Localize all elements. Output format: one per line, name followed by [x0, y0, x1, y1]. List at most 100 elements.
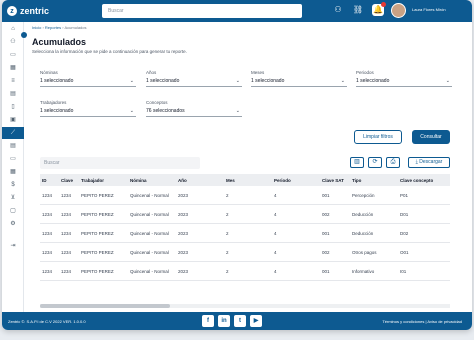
table-row[interactable]: 1234 1234 PEPITO PEREZ Quincenal - Norma…	[40, 186, 450, 205]
youtube-icon[interactable]: ▶	[250, 315, 262, 327]
results-table: ID Clave Trabajador Nómina Año Mes Perio…	[40, 174, 450, 281]
column-header[interactable]: Año	[176, 178, 224, 183]
filter-label: Conceptos	[146, 100, 168, 105]
table-row[interactable]: 1234 1234 PEPITO PEREZ Quincenal - Norma…	[40, 224, 450, 243]
user-name[interactable]: Laura Flores Mirón	[412, 7, 446, 12]
cart-icon[interactable]: ⊻	[2, 192, 24, 204]
table-cell: 1234	[42, 211, 53, 217]
twitter-icon[interactable]: t	[234, 315, 246, 327]
logo-mark-icon: z	[7, 6, 17, 16]
linkedin-icon[interactable]: in	[218, 315, 230, 327]
chevron-down-icon: ⌄	[340, 78, 345, 84]
column-header[interactable]: Clave SAT	[320, 178, 350, 183]
settings-icon[interactable]: ⚙	[2, 218, 24, 230]
table-cell: Percepción	[352, 192, 375, 198]
filter-value: 1 seleccionado	[356, 78, 390, 84]
print-icon[interactable]: ⎙	[386, 157, 400, 168]
download-button[interactable]: ⤓ Descargar	[408, 157, 450, 168]
download-label: Descargar	[419, 159, 443, 165]
card-icon[interactable]: ▭	[2, 153, 24, 165]
filter-select[interactable]: 1 seleccionado ⌄	[40, 107, 136, 117]
download-icon: ⤓	[415, 159, 418, 165]
table-search-input[interactable]: Buscar	[40, 157, 200, 169]
bell-icon[interactable]: 🔔	[372, 2, 386, 16]
legal-links[interactable]: Términos y condiciones | Aviso de privac…	[382, 319, 462, 324]
table-cell: 2023	[178, 211, 189, 217]
column-header[interactable]: Periodo	[272, 178, 320, 183]
query-button[interactable]: Consultar	[412, 130, 450, 144]
notification-dot	[381, 2, 386, 7]
table-cell: 001	[322, 192, 330, 198]
breadcrumb-home[interactable]: Inicio	[32, 25, 41, 30]
table-cell: Deducción	[352, 230, 374, 236]
table-cell: 1234	[61, 268, 72, 274]
column-header[interactable]: Clave	[59, 178, 79, 183]
filter-value: 1 seleccionado	[40, 108, 74, 114]
table-row[interactable]: 1234 1234 PEPITO PEREZ Quincenal - Norma…	[40, 205, 450, 224]
document-icon[interactable]: ▯	[2, 101, 24, 113]
table-cell: P01	[400, 192, 409, 198]
global-search-input[interactable]: Buscar	[102, 4, 302, 18]
table-cell: 1234	[42, 249, 53, 255]
table-cell: 1234	[42, 268, 53, 274]
people-icon[interactable]: ⚇	[2, 36, 24, 48]
table-cell: 2	[226, 192, 229, 198]
filter-conceptos[interactable]: Conceptos 76 seleccionados ⌄	[146, 100, 242, 117]
filter-select[interactable]: 76 seleccionados ⌄	[146, 107, 242, 117]
refresh-icon[interactable]: ⟳	[368, 157, 382, 168]
calendar-icon[interactable]: ▦	[2, 62, 24, 74]
column-header[interactable]: Trabajador	[79, 178, 128, 183]
table-cell: 2	[226, 230, 229, 236]
filter-select[interactable]: 1 seleccionado ⌄	[146, 77, 242, 87]
breadcrumb: Inicio › Reportes › Acumulados	[32, 25, 87, 30]
scrollbar-thumb[interactable]	[40, 304, 170, 308]
chevron-down-icon: ⌄	[235, 108, 240, 114]
list-icon[interactable]: ≡	[2, 75, 24, 87]
column-header[interactable]: Nómina	[128, 178, 176, 183]
wallet-icon[interactable]: ▭	[2, 49, 24, 61]
clear-filters-button[interactable]: Limpiar filtros	[354, 130, 402, 144]
clipboard-icon[interactable]: ▤	[2, 88, 24, 100]
chart-icon[interactable]: ⟋	[2, 127, 24, 139]
link-icon[interactable]: ⛓	[352, 4, 364, 16]
avatar[interactable]	[391, 3, 406, 18]
money-icon[interactable]: $	[2, 179, 24, 191]
horizontal-scrollbar[interactable]	[40, 304, 450, 308]
filter-meses[interactable]: Meses 1 seleccionado ⌄	[251, 70, 347, 87]
table-cell: PEPITO PEREZ	[81, 230, 114, 236]
filter-periodos[interactable]: Periodos 1 seleccionado ⌄	[356, 70, 452, 87]
table-row[interactable]: 1234 1234 PEPITO PEREZ Quincenal - Norma…	[40, 243, 450, 262]
logout-icon[interactable]: ⇥	[2, 240, 24, 252]
filter-nominas[interactable]: Nóminas 1 seleccionado ⌄	[40, 70, 136, 87]
columns-icon[interactable]: ▥	[350, 157, 364, 168]
footer: Zentric ©. S.A.P.I de C.V 2022 VER. 1.0.…	[2, 312, 472, 330]
table-row[interactable]: 1234 1234 PEPITO PEREZ Quincenal - Norma…	[40, 262, 450, 281]
chevron-down-icon: ⌄	[129, 78, 134, 84]
filter-value: 76 seleccionados	[146, 108, 185, 114]
filter-select[interactable]: 1 seleccionado ⌄	[40, 77, 136, 87]
column-header[interactable]: ID	[40, 178, 59, 183]
filter-label: Años	[146, 70, 157, 75]
column-header[interactable]: Clave concepto	[398, 178, 450, 183]
filter-anios[interactable]: Años 1 seleccionado ⌄	[146, 70, 242, 87]
filter-trabajadores[interactable]: Trabajadores 1 seleccionado ⌄	[40, 100, 136, 117]
filter-select[interactable]: 1 seleccionado ⌄	[356, 77, 452, 87]
table-cell: 2023	[178, 268, 189, 274]
calculator-icon[interactable]: ▣	[2, 114, 24, 126]
box-icon[interactable]: ▢	[2, 205, 24, 217]
table-cell: 1234	[61, 211, 72, 217]
column-header[interactable]: Mes	[224, 178, 272, 183]
top-bar: z zentric Buscar ⚇ ⛓ 🔔 Laura Flores Miró…	[2, 0, 472, 22]
breadcrumb-reports[interactable]: Reportes	[45, 25, 61, 30]
page-subtitle: Selecciona la información que se pide a …	[32, 49, 187, 54]
filter-select[interactable]: 1 seleccionado ⌄	[251, 77, 347, 87]
facebook-icon[interactable]: f	[202, 315, 214, 327]
grid-icon[interactable]: ▦	[2, 166, 24, 178]
table-cell: PEPITO PEREZ	[81, 249, 114, 255]
zentric-logo[interactable]: z zentric	[7, 6, 93, 16]
sidebar-toggle[interactable]	[21, 32, 27, 38]
users-icon[interactable]: ⚇	[332, 4, 344, 16]
table-cell: Quincenal - Normal	[130, 230, 169, 236]
report-icon[interactable]: ▤	[2, 140, 24, 152]
column-header[interactable]: Tipo	[350, 178, 398, 183]
